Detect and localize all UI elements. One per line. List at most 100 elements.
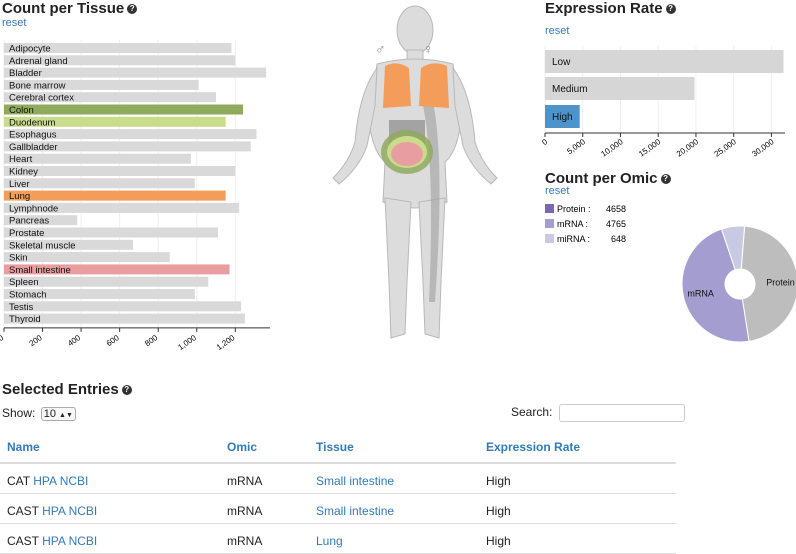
omic-pie-chart: Protein : 4658 mRNA : 4765 miRNA : 648 Protein… — [545, 204, 796, 343]
x-tick-label: 5,000 — [565, 137, 587, 156]
bar-label: Prostate — [9, 228, 44, 239]
table-cell: CAST HPA NCBI — [7, 504, 97, 518]
bar[interactable] — [4, 190, 226, 201]
entries-table: Name Omic Tissue Expression Rate CAT HPA… — [0, 432, 676, 554]
bar-label: Adrenal gland — [9, 56, 68, 67]
x-tick-label: 600 — [105, 333, 122, 348]
column-header-name[interactable]: Name — [7, 440, 40, 454]
body-figure[interactable]: ♂ ♀ — [325, 2, 505, 350]
entries-header: Selected Entries? — [2, 381, 132, 398]
x-tick-label: 1,200 — [215, 333, 237, 350]
table-cell: mRNA — [227, 504, 262, 518]
bar-label: Kidney — [9, 167, 38, 178]
legend-label: miRNA : — [557, 234, 590, 244]
bar-label: Lymphnode — [9, 203, 58, 214]
bar-label: Colon — [9, 105, 34, 116]
column-header-omic[interactable]: Omic — [227, 440, 257, 454]
gene-name: CAT — [7, 474, 30, 488]
bar[interactable] — [4, 178, 195, 189]
tissue-link[interactable]: Lung — [316, 534, 343, 548]
select-arrows-icon: ▲▼ — [59, 412, 73, 419]
x-tick-label: 0 — [0, 333, 6, 343]
bar-label: Small intestine — [9, 265, 71, 276]
tissue-link[interactable]: Small intestine — [316, 504, 394, 518]
legend-value: 4765 — [606, 219, 626, 229]
bar-label: Low — [552, 57, 571, 68]
x-tick-label: 0 — [540, 137, 549, 147]
table-cell: mRNA — [227, 534, 262, 548]
column-header-tissue[interactable]: Tissue — [316, 440, 354, 454]
expression-rate-cell: High — [486, 504, 511, 518]
help-icon[interactable]: ? — [660, 174, 671, 185]
bar-label: Heart — [9, 154, 33, 165]
bar-label: Adipocyte — [9, 44, 51, 55]
x-tick-label: 20,000 — [675, 137, 701, 159]
bar-label: Medium — [552, 84, 588, 95]
tissue-reset-link[interactable]: reset — [2, 17, 137, 29]
tissue-chart-header: Count per Tissue? reset — [2, 0, 138, 29]
bar[interactable] — [4, 104, 244, 115]
bar-label: Esophagus — [9, 130, 57, 141]
bar-label: Skeletal muscle — [9, 240, 76, 251]
bar-label: Stomach — [9, 290, 47, 301]
table-cell: High — [486, 504, 511, 518]
bar[interactable] — [4, 252, 170, 263]
expression-bar-chart: Low Medium High 0 5,000 10,000 15,000 20,000 25,… — [540, 46, 785, 159]
x-tick-label: 200 — [28, 333, 45, 348]
entries-title: Selected Entries — [2, 381, 119, 398]
expression-chart-header: Expression Rate? — [545, 0, 676, 17]
legend-label: Protein : — [557, 204, 591, 214]
table-cell: mRNA — [227, 474, 262, 488]
x-tick-label: 1,000 — [176, 333, 198, 350]
table-row: CAST HPA NCBI mRNA Lung High — [0, 524, 676, 554]
omic-cell: mRNA — [227, 474, 263, 488]
legend-value: 648 — [611, 234, 626, 244]
legend-label: mRNA : — [557, 219, 588, 229]
bar-label: Lung — [9, 191, 30, 202]
expression-chart-title: Expression Rate — [545, 0, 663, 17]
expression-rate-cell: High — [486, 474, 511, 488]
gene-links[interactable]: HPA NCBI — [39, 504, 97, 518]
tissue-chart-title: Count per Tissue — [2, 0, 125, 17]
legend-value: 4658 — [606, 204, 626, 214]
male-symbol: ♂ — [375, 41, 386, 57]
bar[interactable] — [4, 301, 242, 312]
page-size-select[interactable]: 10 ▲▼ — [40, 407, 76, 421]
pie-label: mRNA — [687, 289, 714, 299]
help-icon[interactable]: ? — [127, 4, 138, 15]
search-label: Search: — [511, 405, 553, 420]
table-cell: High — [486, 474, 511, 488]
bar[interactable] — [545, 50, 784, 73]
page-size-value: 10 — [43, 408, 56, 420]
bar[interactable] — [4, 67, 267, 78]
help-icon[interactable]: ? — [121, 385, 132, 396]
table-cell: Lung — [316, 534, 343, 548]
table-cell: CAST HPA NCBI — [7, 534, 97, 548]
show-label: Show: — [2, 406, 36, 420]
x-tick-label: 15,000 — [637, 137, 663, 159]
omic-cell: mRNA — [227, 504, 263, 518]
table-cell: Small intestine — [316, 504, 394, 518]
table-cell: High — [486, 534, 511, 548]
bar[interactable] — [4, 166, 236, 176]
table-cell: Small intestine — [316, 474, 394, 488]
search-input[interactable] — [558, 404, 685, 422]
bar-label: Duodenum — [9, 117, 56, 128]
x-tick-label: 10,000 — [599, 137, 625, 159]
search-control: Search: — [511, 404, 685, 422]
help-icon[interactable]: ? — [665, 4, 676, 15]
table-body: CAT HPA NCBI mRNA Small intestine High CAST … — [0, 464, 676, 554]
gene-name: CAST — [7, 534, 39, 548]
expression-reset-link[interactable]: reset — [545, 25, 569, 37]
bar-label: Spleen — [9, 277, 39, 288]
tissue-link[interactable]: Small intestine — [316, 474, 394, 488]
column-header-expression-rate[interactable]: Expression Rate — [486, 440, 580, 454]
gene-links[interactable]: HPA NCBI — [39, 534, 97, 548]
x-tick-label: 800 — [143, 333, 160, 348]
table-row: CAST HPA NCBI mRNA Small intestine High — [0, 494, 676, 524]
table-cell: CAT HPA NCBI — [7, 474, 88, 488]
bar-label: Thyroid — [9, 314, 41, 325]
bar-label: Testis — [9, 302, 34, 313]
tissue-bar-chart: AdipocyteAdrenal glandBladderBone marrow… — [0, 40, 270, 350]
gene-links[interactable]: HPA NCBI — [30, 474, 88, 488]
